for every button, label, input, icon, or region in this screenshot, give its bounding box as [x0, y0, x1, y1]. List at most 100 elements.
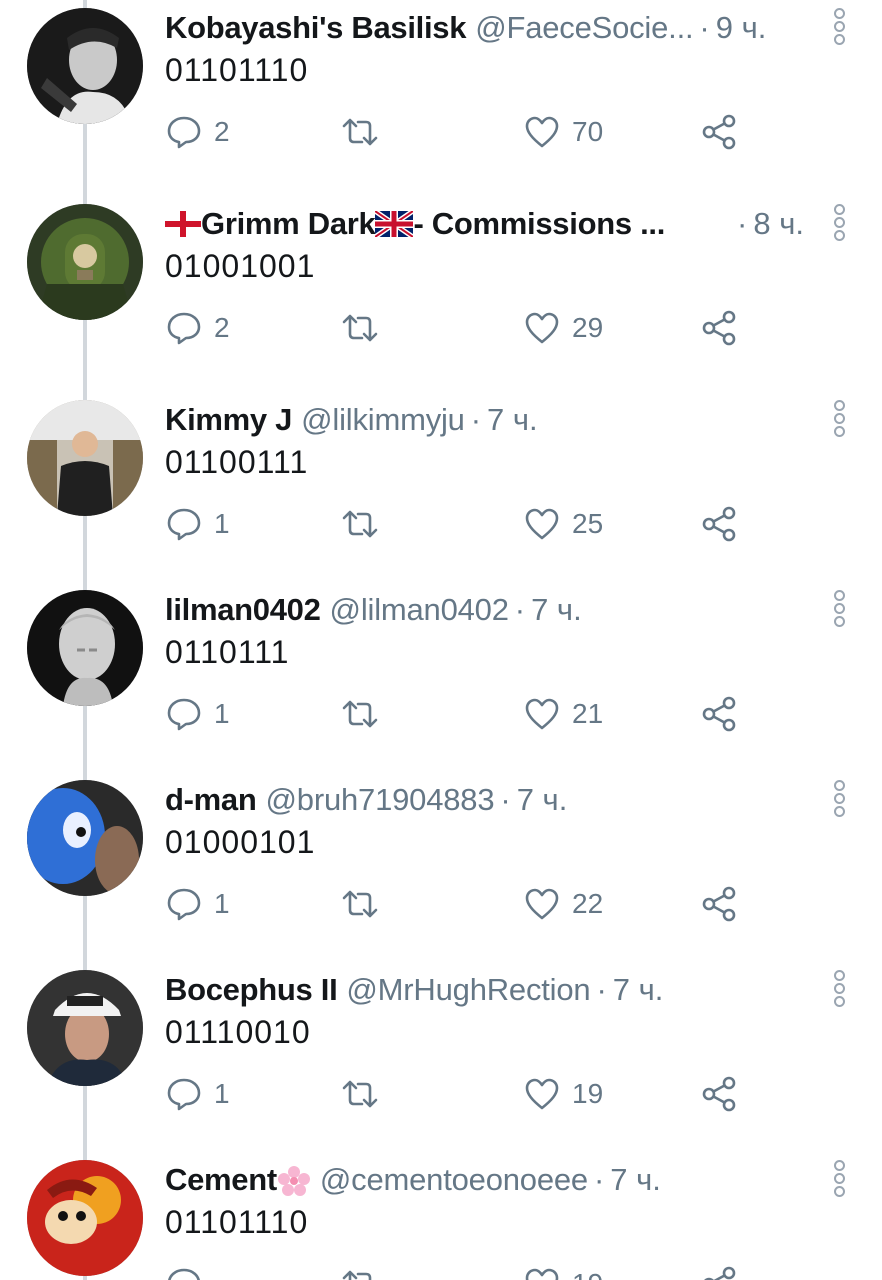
like-button[interactable]: 22	[524, 880, 603, 928]
more-options-icon[interactable]	[832, 204, 846, 244]
timestamp[interactable]: · 8 ч.	[731, 204, 804, 244]
timestamp[interactable]: 7 ч.	[531, 590, 582, 630]
more-options-icon[interactable]	[832, 780, 846, 820]
more-options-icon[interactable]	[832, 590, 846, 630]
share-button[interactable]	[700, 690, 738, 738]
avatar[interactable]	[27, 1160, 143, 1276]
reply-count: 1	[214, 698, 230, 729]
tweet-actions: 1 21	[0, 690, 882, 738]
display-name[interactable]: d-man	[165, 780, 257, 820]
like-button[interactable]: 29	[524, 304, 603, 352]
tweet-header: lilman0402 @lilman0402 · 7 ч.	[165, 590, 792, 630]
tweet-header: Grimm Dark - Commissions ...	[165, 204, 702, 244]
reply-button[interactable]: 1	[166, 500, 230, 548]
like-button[interactable]: 25	[524, 500, 603, 548]
display-name[interactable]: Kobayashi's Basilisk	[165, 8, 466, 48]
retweet-icon	[342, 700, 378, 728]
timestamp[interactable]: 7 ч.	[487, 400, 538, 440]
retweet-button[interactable]	[340, 880, 380, 928]
retweet-icon	[342, 1270, 372, 1280]
avatar-image	[27, 400, 143, 516]
tweet-header: Kimmy J @lilkimmyju · 7 ч.	[165, 400, 792, 440]
reply-icon	[167, 888, 201, 921]
tweet[interactable]: Kimmy J @lilkimmyju · 7 ч. 01100111 1 25	[0, 392, 882, 582]
share-button[interactable]	[700, 500, 738, 548]
retweet-button[interactable]	[340, 108, 380, 156]
share-icon	[702, 114, 736, 150]
tweet[interactable]: Bocephus II @MrHughRection · 7 ч. 011100…	[0, 962, 882, 1152]
timestamp[interactable]: 7 ч.	[517, 780, 568, 820]
share-icon	[702, 506, 736, 542]
separator-dot: ·	[514, 592, 526, 627]
tweet-header: Cement @cementoeonoeee · 7 ч.	[165, 1160, 792, 1200]
separator-dot: ·	[470, 402, 482, 437]
more-options-icon[interactable]	[832, 970, 846, 1010]
retweet-button[interactable]	[340, 1070, 380, 1118]
share-button[interactable]	[700, 304, 738, 352]
retweet-icon	[342, 890, 378, 918]
retweet-icon	[342, 314, 378, 342]
tweet[interactable]: Kobayashi's Basilisk @FaeceSocie... · 9 …	[0, 0, 882, 190]
like-count: 21	[572, 698, 604, 729]
display-name[interactable]: Grimm Dark	[201, 204, 376, 244]
share-button[interactable]	[700, 1070, 738, 1118]
avatar[interactable]	[27, 8, 143, 124]
reply-button[interactable]: 2	[166, 304, 230, 352]
share-button[interactable]	[700, 880, 738, 928]
timestamp[interactable]: 9 ч.	[716, 8, 767, 48]
tweet[interactable]: Cement @cementoeonoeee · 7 ч. 01101110 1…	[0, 1152, 882, 1280]
share-button[interactable]	[700, 108, 738, 156]
display-name[interactable]: Kimmy J	[165, 400, 292, 440]
retweet-button[interactable]	[340, 304, 380, 352]
reply-icon	[167, 508, 201, 541]
like-button[interactable]: 19	[524, 1070, 603, 1118]
tweet-actions: 2 70	[0, 108, 882, 156]
tweet[interactable]: lilman0402 @lilman0402 · 7 ч. 0110111 1 …	[0, 582, 882, 772]
more-options-icon[interactable]	[832, 1160, 846, 1200]
more-options-icon[interactable]	[832, 400, 846, 440]
avatar[interactable]	[27, 204, 143, 320]
like-button[interactable]: 19	[524, 1260, 603, 1280]
reply-button[interactable]: 1	[166, 880, 230, 928]
avatar-image	[27, 8, 143, 124]
reply-icon	[167, 312, 201, 345]
retweet-icon	[342, 510, 378, 538]
avatar[interactable]	[27, 970, 143, 1086]
more-options-icon[interactable]	[832, 8, 846, 48]
avatar-image	[27, 204, 143, 320]
display-name[interactable]: Bocephus II	[165, 970, 338, 1010]
retweet-button[interactable]	[340, 690, 380, 738]
share-icon	[702, 310, 736, 346]
tweet-actions: 1 22	[0, 880, 882, 928]
reply-count: 2	[214, 116, 230, 147]
display-name[interactable]: Cement	[165, 1160, 277, 1200]
user-handle[interactable]: @FaeceSocie...	[475, 8, 693, 48]
like-button[interactable]: 70	[524, 108, 603, 156]
reply-button[interactable]	[166, 1260, 202, 1280]
tweet[interactable]: d-man @bruh71904883 · 7 ч. 01000101 1 22	[0, 772, 882, 962]
user-handle[interactable]: @bruh71904883	[266, 780, 495, 820]
avatar[interactable]	[27, 590, 143, 706]
avatar[interactable]	[27, 400, 143, 516]
timestamp[interactable]: 7 ч.	[610, 1160, 661, 1200]
display-name[interactable]: lilman0402	[165, 590, 321, 630]
retweet-button[interactable]	[340, 500, 380, 548]
display-name-suffix[interactable]: - Commissions ...	[413, 204, 665, 244]
tweet-text: 01101110	[165, 52, 309, 88]
tweet[interactable]: Grimm Dark - Commissions ... · 8 ч. 01001…	[0, 196, 882, 386]
reply-button[interactable]: 2	[166, 108, 230, 156]
reply-count: 1	[214, 508, 230, 539]
reply-button[interactable]: 1	[166, 690, 230, 738]
tweet-header: d-man @bruh71904883 · 7 ч.	[165, 780, 792, 820]
like-button[interactable]: 21	[524, 690, 603, 738]
retweet-button[interactable]	[340, 1260, 380, 1280]
reply-count: 1	[214, 888, 230, 919]
user-handle[interactable]: @lilman0402	[330, 590, 509, 630]
user-handle[interactable]: @lilkimmyju	[301, 400, 465, 440]
user-handle[interactable]: @MrHughRection	[346, 970, 590, 1010]
user-handle[interactable]: @cementoeonoeee	[320, 1160, 588, 1200]
avatar[interactable]	[27, 780, 143, 896]
timestamp[interactable]: 7 ч.	[613, 970, 664, 1010]
reply-button[interactable]: 1	[166, 1070, 230, 1118]
share-button[interactable]	[700, 1260, 738, 1280]
